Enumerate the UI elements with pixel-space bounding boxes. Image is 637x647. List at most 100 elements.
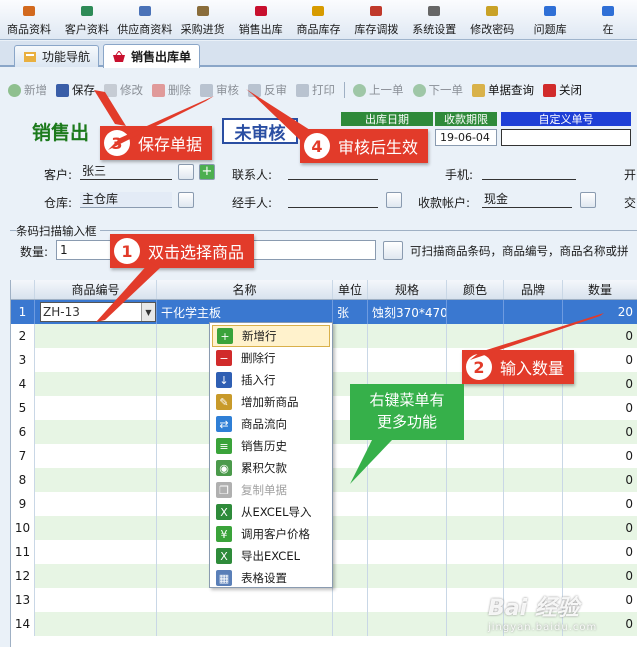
- cell-qty[interactable]: 0: [563, 468, 637, 492]
- menu-item-3[interactable]: 采购进货: [174, 0, 232, 40]
- cell-qty[interactable]: 0: [563, 396, 637, 420]
- cell-color[interactable]: [447, 564, 504, 588]
- menu-item-9[interactable]: 问题库: [521, 0, 579, 40]
- context-menu-item[interactable]: ❐ 复制单据: [212, 479, 330, 501]
- menu-item-4[interactable]: 销售出库: [232, 0, 290, 40]
- menu-item-5[interactable]: 商品库存: [290, 0, 348, 40]
- cell-code[interactable]: [35, 372, 157, 396]
- prev-button[interactable]: 上一单: [353, 82, 404, 98]
- customer-pick-button[interactable]: [178, 164, 194, 180]
- cell-spec[interactable]: [368, 468, 447, 492]
- chevron-down-icon[interactable]: ▼: [141, 303, 155, 321]
- cell-code[interactable]: [35, 396, 157, 420]
- cell-color[interactable]: [447, 324, 504, 348]
- cell-qty[interactable]: 0: [563, 564, 637, 588]
- cell-name[interactable]: [157, 612, 333, 636]
- context-menu-item[interactable]: ↓ 插入行: [212, 369, 330, 391]
- cell-brand[interactable]: [504, 564, 563, 588]
- cell-unit[interactable]: [333, 348, 368, 372]
- cell-color[interactable]: [447, 540, 504, 564]
- cell-name[interactable]: 干化学主板: [157, 300, 333, 324]
- context-menu-item[interactable]: ¥ 调用客户价格: [212, 523, 330, 545]
- tab-sales-outbound[interactable]: 销售出库单: [103, 44, 201, 68]
- cell-brand[interactable]: [504, 540, 563, 564]
- cell-qty[interactable]: 0: [563, 516, 637, 540]
- cell-code[interactable]: [35, 612, 157, 636]
- menu-item-7[interactable]: 系统设置: [405, 0, 463, 40]
- menu-item-6[interactable]: 库存调拨: [347, 0, 405, 40]
- cell-qty[interactable]: 0: [563, 324, 637, 348]
- cell-code[interactable]: [35, 348, 157, 372]
- cell-spec[interactable]: [368, 540, 447, 564]
- cell-qty[interactable]: 0: [563, 348, 637, 372]
- cell-code[interactable]: [35, 540, 157, 564]
- scan-search-icon[interactable]: [383, 241, 403, 260]
- cell-unit[interactable]: [333, 492, 368, 516]
- cell-code[interactable]: ZH-13 ▼: [35, 300, 157, 324]
- next-button[interactable]: 下一单: [412, 82, 463, 98]
- context-menu-item[interactable]: X 从EXCEL导入: [212, 501, 330, 523]
- add-customer-icon[interactable]: +: [199, 164, 215, 180]
- menu-item-0[interactable]: 商品资料: [0, 0, 58, 40]
- handler-pick-button[interactable]: [386, 192, 402, 208]
- menu-item-2[interactable]: 供应商资料: [116, 0, 174, 40]
- handler-field[interactable]: [288, 192, 378, 208]
- phone-field[interactable]: [482, 164, 576, 180]
- cell-unit[interactable]: [333, 516, 368, 540]
- cell-brand[interactable]: [504, 444, 563, 468]
- cell-unit[interactable]: [333, 588, 368, 612]
- unaudit-button[interactable]: 反审: [248, 82, 287, 98]
- cell-spec[interactable]: [368, 612, 447, 636]
- cell-code[interactable]: [35, 468, 157, 492]
- new-button[interactable]: 新增: [8, 82, 47, 98]
- product-code-dropdown[interactable]: ZH-13 ▼: [40, 302, 156, 322]
- cell-brand[interactable]: [504, 324, 563, 348]
- menu-item-8[interactable]: 修改密码: [463, 0, 521, 40]
- cell-qty[interactable]: 0: [563, 444, 637, 468]
- cell-unit[interactable]: [333, 564, 368, 588]
- context-menu-item[interactable]: ✎ 增加新商品: [212, 391, 330, 413]
- cell-brand[interactable]: [504, 300, 563, 324]
- contact-field[interactable]: [288, 164, 378, 180]
- cell-code[interactable]: [35, 324, 157, 348]
- cell-color[interactable]: [447, 444, 504, 468]
- cell-code[interactable]: [35, 588, 157, 612]
- context-menu-item[interactable]: + 新增行: [212, 325, 330, 347]
- cell-brand[interactable]: [504, 516, 563, 540]
- table-row[interactable]: 1 ZH-13 ▼ 干化学主板张蚀刻370*470 20: [11, 300, 637, 324]
- cell-qty[interactable]: 0: [563, 492, 637, 516]
- custom-no-input[interactable]: [501, 129, 631, 146]
- cell-brand[interactable]: [504, 420, 563, 444]
- context-menu-item[interactable]: ▦ 表格设置: [212, 567, 330, 589]
- audit-button[interactable]: 审核: [200, 82, 239, 98]
- cell-brand[interactable]: [504, 468, 563, 492]
- cell-code[interactable]: [35, 492, 157, 516]
- warehouse-pick-button[interactable]: [178, 192, 194, 208]
- account-field[interactable]: 现金: [482, 192, 572, 208]
- menu-item-1[interactable]: 客户资料: [58, 0, 116, 40]
- cell-spec[interactable]: [368, 324, 447, 348]
- cell-qty[interactable]: 0: [563, 540, 637, 564]
- cell-spec[interactable]: [368, 564, 447, 588]
- delete-button[interactable]: 删除: [152, 82, 191, 98]
- context-menu-item[interactable]: ◉ 累积欠款: [212, 457, 330, 479]
- cell-unit[interactable]: [333, 612, 368, 636]
- context-menu-item[interactable]: ≡ 销售历史: [212, 435, 330, 457]
- cell-color[interactable]: [447, 468, 504, 492]
- cell-unit[interactable]: [333, 540, 368, 564]
- cell-spec[interactable]: [368, 516, 447, 540]
- cell-code[interactable]: [35, 420, 157, 444]
- cell-unit[interactable]: [333, 444, 368, 468]
- edit-button[interactable]: 修改: [104, 82, 143, 98]
- save-button[interactable]: 保存: [56, 82, 95, 98]
- date-field[interactable]: 19-06-04: [435, 129, 497, 146]
- cell-spec[interactable]: [368, 444, 447, 468]
- cell-qty[interactable]: 0: [563, 372, 637, 396]
- cell-brand[interactable]: [504, 396, 563, 420]
- tab-function-nav[interactable]: 功能导航: [14, 45, 100, 67]
- cell-code[interactable]: [35, 564, 157, 588]
- cell-spec[interactable]: [368, 492, 447, 516]
- cell-spec[interactable]: [368, 348, 447, 372]
- cell-name[interactable]: [157, 588, 333, 612]
- cell-spec[interactable]: 蚀刻370*470: [368, 300, 447, 324]
